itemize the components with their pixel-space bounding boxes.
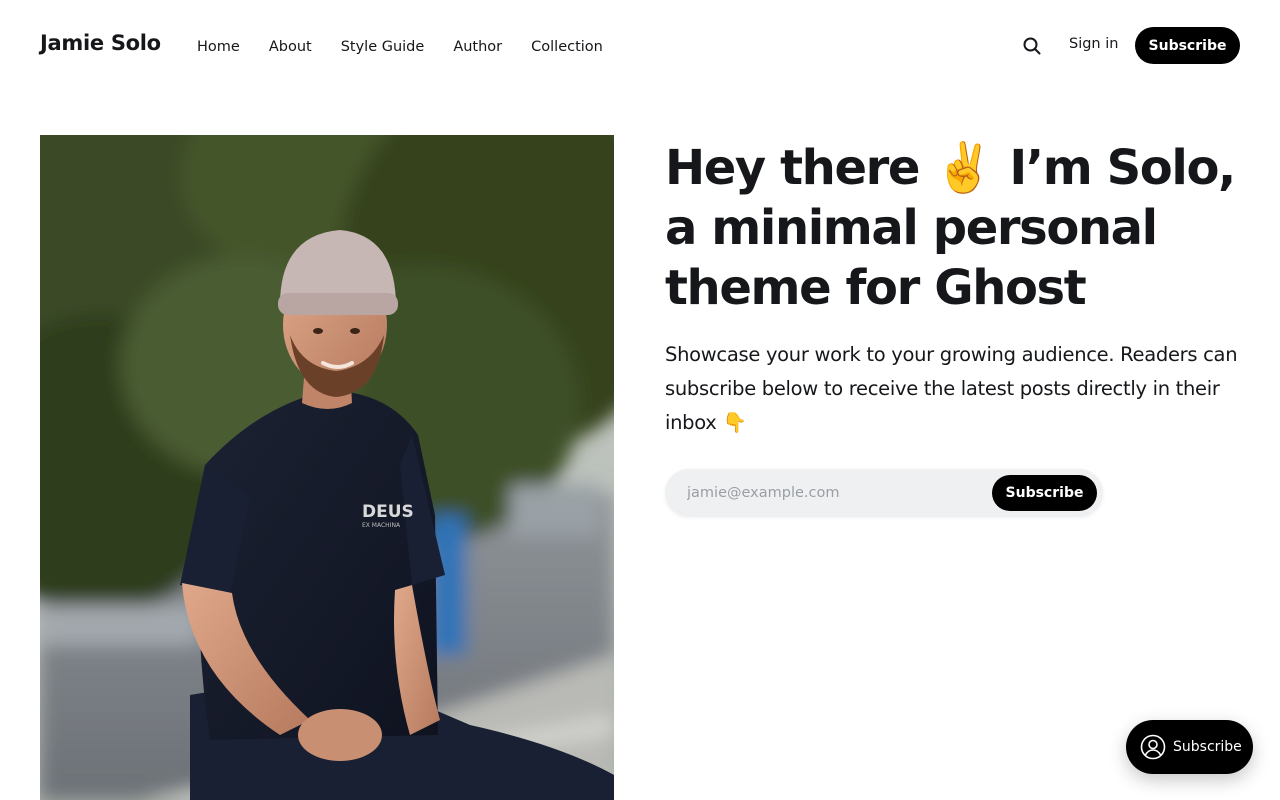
main-nav: Home About Style Guide Author Collection [197, 36, 603, 55]
form-subscribe-button[interactable]: Subscribe [992, 475, 1097, 511]
user-circle-icon [1140, 734, 1166, 760]
signin-link[interactable]: Sign in [1069, 36, 1118, 52]
svg-text:EX MACHINA: EX MACHINA [362, 522, 401, 529]
svg-text:DEUS: DEUS [362, 502, 414, 522]
search-button[interactable] [1020, 34, 1044, 58]
nav-item: Home [197, 36, 240, 55]
pointing-down-emoji: 👇 [722, 411, 747, 434]
nav-item: About [269, 36, 312, 55]
hero-description-text: Showcase your work to your growing audie… [665, 343, 1238, 434]
hero-title: Hey there ✌️ I’m Solo, a minimal persona… [665, 138, 1240, 318]
nav-link-author[interactable]: Author [453, 39, 502, 55]
nav-link-about[interactable]: About [269, 39, 312, 55]
search-icon [1023, 37, 1041, 55]
portal-subscribe-label: Subscribe [1173, 739, 1242, 755]
nav-link-style-guide[interactable]: Style Guide [341, 39, 425, 55]
nav-item: Collection [531, 36, 603, 55]
subscribe-form: Subscribe [665, 469, 1103, 517]
hero-portrait-image: DEUS EX MACHINA [40, 135, 614, 800]
victory-hand-emoji: ✌️ [934, 140, 995, 196]
hero-title-part1: Hey there [665, 140, 935, 196]
email-input[interactable] [665, 469, 985, 517]
site-header: Jamie Solo Home About Style Guide Author… [0, 0, 1280, 92]
header-subscribe-button[interactable]: Subscribe [1135, 27, 1240, 64]
site-logo[interactable]: Jamie Solo [40, 31, 161, 55]
nav-item: Style Guide [341, 36, 425, 55]
hero-description: Showcase your work to your growing audie… [665, 338, 1240, 440]
hero-content: Hey there ✌️ I’m Solo, a minimal persona… [665, 138, 1240, 440]
nav-link-collection[interactable]: Collection [531, 39, 603, 55]
nav-item: Author [453, 36, 502, 55]
portal-subscribe-button[interactable]: Subscribe [1126, 720, 1253, 774]
nav-link-home[interactable]: Home [197, 39, 240, 55]
